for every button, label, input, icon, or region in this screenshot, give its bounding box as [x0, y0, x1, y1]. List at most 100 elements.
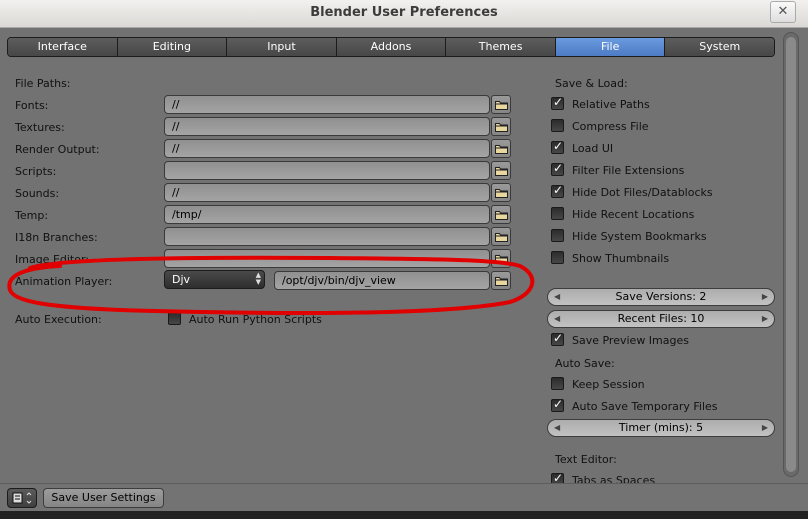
keep-session-label: Keep Session [572, 378, 645, 391]
folder-icon [495, 123, 508, 132]
preferences-panel: Interface Editing Input Addons Themes Fi… [0, 28, 808, 511]
folder-icon [495, 189, 508, 198]
render-output-label: Render Output: [15, 143, 100, 156]
window-title: Blender User Preferences [310, 5, 498, 20]
decrement-arrow-icon[interactable]: ◀ [554, 289, 560, 305]
save-versions-field[interactable]: ◀ Save Versions: 2 ▶ [547, 288, 775, 306]
tab-editing[interactable]: Editing [117, 38, 228, 56]
i18n-branches-path-field[interactable] [164, 227, 490, 246]
auto-save-temp-label: Auto Save Temporary Files [572, 400, 718, 413]
scripts-path-field[interactable] [164, 161, 490, 180]
animation-player-browse-button[interactable] [491, 271, 511, 290]
fonts-label: Fonts: [15, 99, 49, 112]
tab-addons[interactable]: Addons [336, 38, 447, 56]
temp-path-field[interactable]: /tmp/ [164, 205, 490, 224]
folder-icon [495, 145, 508, 154]
editor-type-icon [12, 492, 32, 504]
scripts-browse-button[interactable] [491, 161, 511, 180]
image-editor-label: Image Editor: [15, 253, 90, 266]
hide-bookmarks-label: Hide System Bookmarks [572, 230, 707, 243]
show-thumbnails-checkbox[interactable] [551, 251, 564, 264]
checkmark-icon: ✓ [553, 95, 564, 109]
vertical-scrollbar[interactable] [783, 32, 799, 477]
save-load-heading: Save & Load: [555, 77, 628, 90]
animation-player-label: Animation Player: [15, 275, 113, 288]
show-thumbnails-label: Show Thumbnails [572, 252, 670, 265]
image-editor-path-field[interactable] [164, 249, 490, 268]
folder-icon [495, 233, 508, 242]
decrement-arrow-icon[interactable]: ◀ [554, 420, 560, 436]
tab-file[interactable]: File [555, 38, 666, 56]
tab-interface[interactable]: Interface [8, 38, 118, 56]
recent-files-field[interactable]: ◀ Recent Files: 10 ▶ [547, 310, 775, 328]
textures-label: Textures: [15, 121, 65, 134]
compress-file-checkbox[interactable] [551, 119, 564, 132]
folder-icon [495, 167, 508, 176]
scrollbar-thumb[interactable] [786, 37, 796, 472]
save-preview-label: Save Preview Images [572, 334, 689, 347]
image-editor-browse-button[interactable] [491, 249, 511, 268]
sounds-label: Sounds: [15, 187, 60, 200]
render-output-path-field[interactable]: // [164, 139, 490, 158]
relative-paths-checkbox[interactable]: ✓ [551, 95, 564, 110]
updown-arrows-icon: ▲ ▼ [255, 271, 261, 286]
scripts-label: Scripts: [15, 165, 57, 178]
checkmark-icon: ✓ [553, 161, 564, 175]
hide-recent-checkbox[interactable] [551, 207, 564, 220]
timer-field[interactable]: ◀ Timer (mins): 5 ▶ [547, 419, 775, 437]
auto-save-temp-checkbox[interactable]: ✓ [551, 397, 564, 412]
render-output-browse-button[interactable] [491, 139, 511, 158]
temp-browse-button[interactable] [491, 205, 511, 224]
fonts-browse-button[interactable] [491, 95, 511, 114]
increment-arrow-icon[interactable]: ▶ [762, 420, 768, 436]
save-user-settings-button[interactable]: Save User Settings [43, 488, 164, 508]
editor-type-button[interactable] [7, 488, 37, 508]
load-ui-label: Load UI [572, 142, 614, 155]
checkmark-icon: ✓ [553, 183, 564, 197]
tab-bar: Interface Editing Input Addons Themes Fi… [7, 37, 775, 57]
bottom-bar: Save User Settings [0, 483, 808, 511]
text-editor-heading: Text Editor: [555, 453, 617, 466]
folder-icon [495, 255, 508, 264]
hide-recent-label: Hide Recent Locations [572, 208, 695, 221]
i18n-browse-button[interactable] [491, 227, 511, 246]
checkmark-icon: ✓ [553, 331, 564, 345]
hide-dot-files-label: Hide Dot Files/Datablocks [572, 186, 713, 199]
save-versions-value: Save Versions: 2 [615, 290, 707, 303]
decrement-arrow-icon[interactable]: ◀ [554, 311, 560, 327]
increment-arrow-icon[interactable]: ▶ [762, 311, 768, 327]
desktop-strip [0, 511, 808, 519]
auto-save-heading: Auto Save: [555, 357, 615, 370]
tab-input[interactable]: Input [227, 38, 337, 56]
filter-extensions-checkbox[interactable]: ✓ [551, 161, 564, 176]
folder-icon [495, 277, 508, 286]
temp-label: Temp: [15, 209, 49, 222]
checkmark-icon: ✓ [553, 397, 564, 411]
animation-player-path-field[interactable]: /opt/djv/bin/djv_view [274, 271, 490, 290]
textures-path-field[interactable]: // [164, 117, 490, 136]
animation-player-preset-dropdown[interactable]: Djv ▲ ▼ [164, 270, 265, 289]
auto-run-python-checkbox[interactable] [168, 312, 181, 325]
timer-value: Timer (mins): 5 [618, 421, 704, 434]
fonts-path-field[interactable]: // [164, 95, 490, 114]
hide-bookmarks-checkbox[interactable] [551, 229, 564, 242]
save-preview-checkbox[interactable]: ✓ [551, 331, 564, 346]
i18n-branches-label: I18n Branches: [15, 231, 98, 244]
compress-file-label: Compress File [572, 120, 649, 133]
sounds-browse-button[interactable] [491, 183, 511, 202]
animation-player-preset-value: Djv [172, 273, 191, 286]
filter-extensions-label: Filter File Extensions [572, 164, 685, 177]
close-button[interactable]: ✕ [770, 1, 796, 23]
load-ui-checkbox[interactable]: ✓ [551, 139, 564, 154]
textures-browse-button[interactable] [491, 117, 511, 136]
auto-run-python-label: Auto Run Python Scripts [189, 313, 322, 326]
auto-execution-label: Auto Execution: [15, 313, 102, 326]
tab-themes[interactable]: Themes [446, 38, 556, 56]
keep-session-checkbox[interactable] [551, 377, 564, 390]
recent-files-value: Recent Files: 10 [617, 312, 705, 325]
tab-system[interactable]: System [665, 38, 774, 56]
hide-dot-files-checkbox[interactable]: ✓ [551, 183, 564, 198]
folder-icon [495, 211, 508, 220]
increment-arrow-icon[interactable]: ▶ [762, 289, 768, 305]
sounds-path-field[interactable]: // [164, 183, 490, 202]
